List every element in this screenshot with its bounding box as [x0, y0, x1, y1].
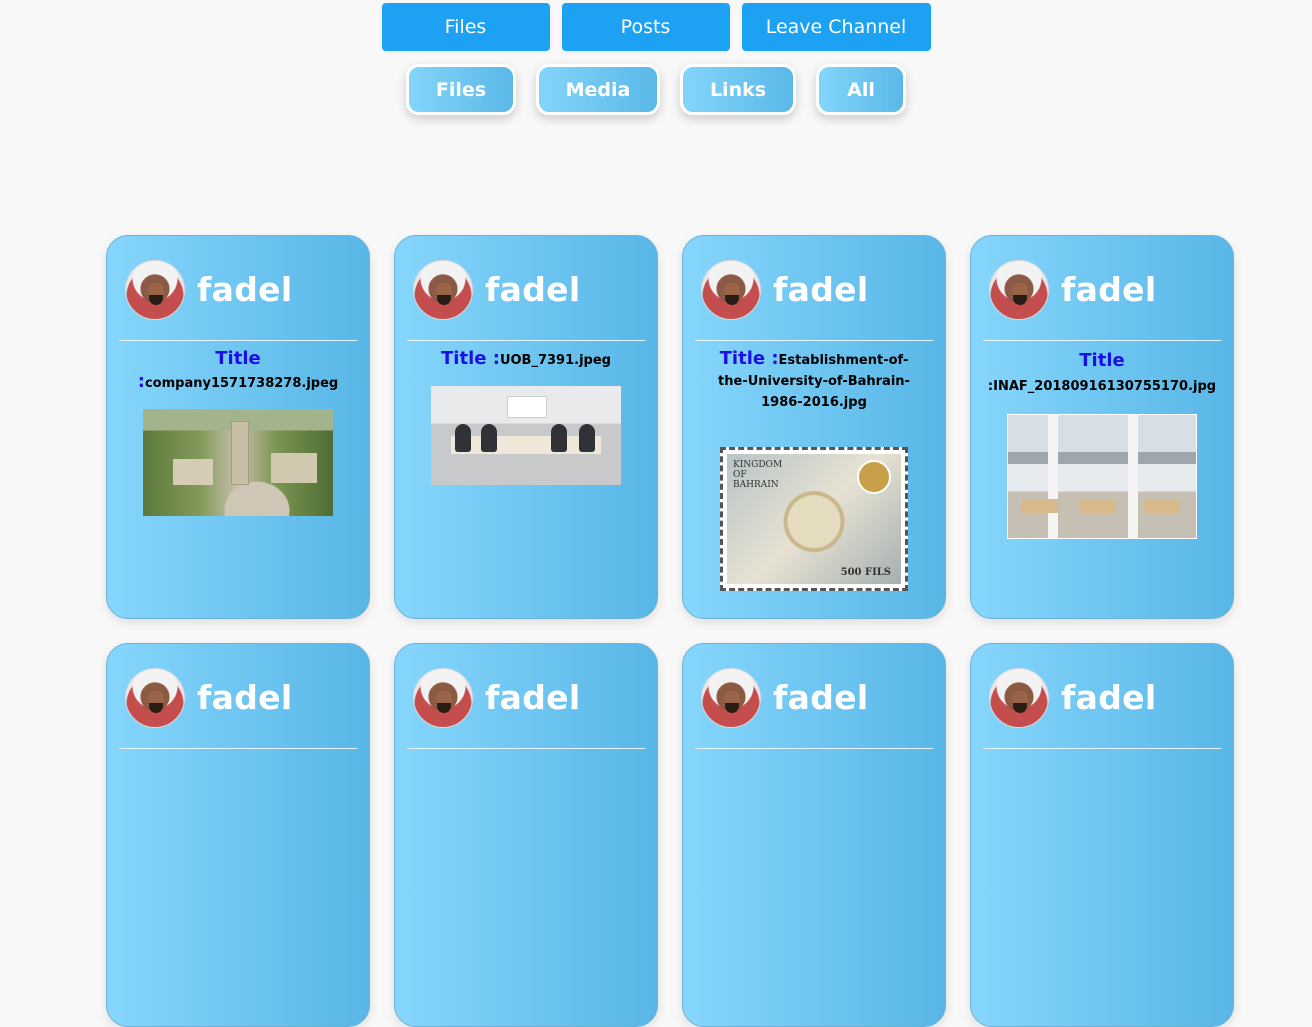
username: fadel [773, 678, 869, 717]
avatar [989, 259, 1049, 320]
username: fadel [773, 270, 869, 309]
file-thumbnail[interactable] [143, 409, 333, 516]
card-header: fadel [983, 236, 1221, 341]
username: fadel [1061, 678, 1157, 717]
stamp-text: KINGDOM OF BAHRAIN [733, 460, 783, 490]
avatar [701, 259, 761, 320]
file-thumbnail[interactable]: KINGDOM OF BAHRAIN 500 FILS [720, 447, 908, 591]
file-title: Title :UOB_7391.jpeg [407, 348, 645, 371]
files-button[interactable]: Files [381, 3, 550, 51]
file-title: Title :company1571738278.jpeg [119, 348, 357, 394]
leave-channel-button[interactable]: Leave Channel [741, 3, 931, 51]
avatar [701, 667, 761, 728]
card-header: fadel [119, 644, 357, 749]
file-card[interactable]: fadel [106, 643, 370, 1027]
file-thumbnail[interactable] [431, 386, 621, 485]
avatar [413, 667, 473, 728]
username: fadel [197, 270, 293, 309]
file-card[interactable]: fadel Title :Establishment-of-the-Univer… [682, 235, 946, 619]
file-card[interactable]: fadel [394, 643, 658, 1027]
file-card[interactable]: fadel [970, 643, 1234, 1027]
file-title: Title :Establishment-of-the-University-o… [695, 348, 933, 413]
avatar [125, 259, 185, 320]
username: fadel [197, 678, 293, 717]
avatar [989, 667, 1049, 728]
filter-links-button[interactable]: Links [680, 64, 796, 115]
file-card[interactable]: fadel [682, 643, 946, 1027]
file-filter-bar: Files Media Links All [0, 64, 1312, 115]
username: fadel [485, 678, 581, 717]
card-header: fadel [983, 644, 1221, 749]
file-name: :INAF_20180916130755170.jpg [987, 379, 1217, 394]
file-title: Title :INAF_20180916130755170.jpg [983, 348, 1221, 400]
file-name: company1571738278.jpeg [144, 376, 339, 391]
file-card[interactable]: fadel Title :company1571738278.jpeg [106, 235, 370, 619]
seal-icon [857, 460, 891, 494]
username: fadel [1061, 270, 1157, 309]
card-header: fadel [695, 236, 933, 341]
avatar [125, 667, 185, 728]
channel-nav: Files Posts Leave Channel [0, 3, 1312, 51]
file-thumbnail[interactable] [1007, 414, 1197, 539]
card-header: fadel [695, 644, 933, 749]
filter-media-button[interactable]: Media [536, 64, 660, 115]
filter-files-button[interactable]: Files [406, 64, 516, 115]
card-header: fadel [407, 644, 645, 749]
username: fadel [485, 270, 581, 309]
stamp-value: 500 FILS [840, 567, 891, 578]
title-label: Title : [719, 348, 779, 369]
files-grid: fadel Title :company1571738278.jpeg fade… [106, 235, 1234, 1027]
file-card[interactable]: fadel Title :INAF_20180916130755170.jpg [970, 235, 1234, 619]
title-label: Title : [441, 348, 500, 369]
posts-button[interactable]: Posts [561, 3, 730, 51]
filter-all-button[interactable]: All [816, 64, 906, 115]
card-header: fadel [119, 236, 357, 341]
file-name: UOB_7391.jpeg [499, 353, 611, 368]
title-label: Title [1079, 350, 1125, 371]
card-header: fadel [407, 236, 645, 341]
file-card[interactable]: fadel Title :UOB_7391.jpeg [394, 235, 658, 619]
avatar [413, 259, 473, 320]
